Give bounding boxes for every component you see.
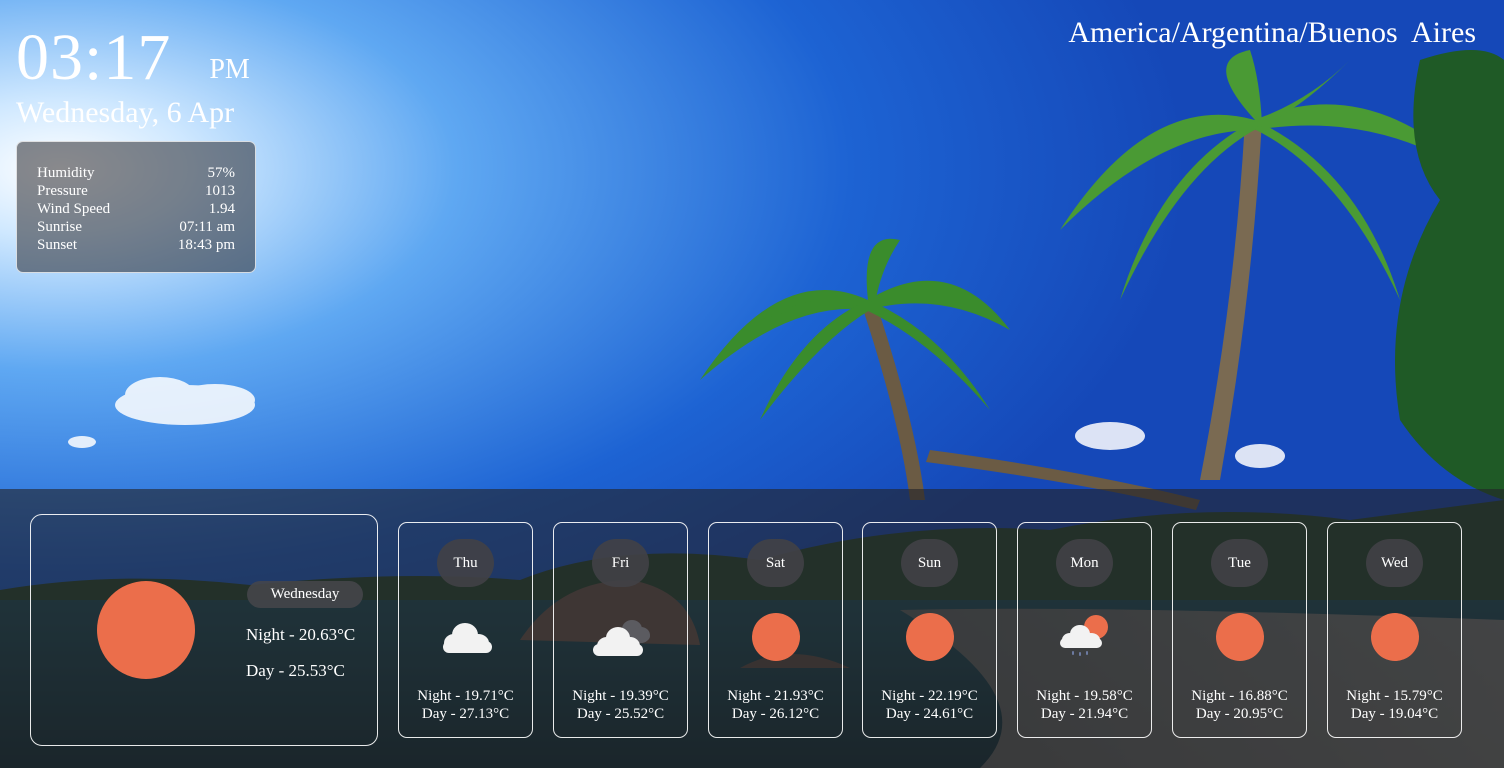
forecast-night-temp: Night - 15.79°C (1346, 688, 1443, 704)
detail-row-humidity: Humidity 57% (37, 164, 235, 182)
forecast-night-temp: Night - 16.88°C (1191, 688, 1288, 704)
forecast-day-label: Fri (592, 539, 649, 587)
forecast-day-temp: Day - 20.95°C (1195, 706, 1284, 722)
forecast-day-temp: Day - 24.61°C (885, 706, 974, 722)
detail-label: Wind Speed (37, 201, 111, 217)
forecast-night-temp: Night - 22.19°C (881, 688, 978, 704)
forecast-night-temp: Night - 19.58°C (1036, 688, 1133, 704)
today-card: Wednesday Night - 20.63°C Day - 25.53°C (30, 514, 378, 746)
today-day-label: Wednesday (247, 581, 363, 608)
forecast-card-mon: Mon Night - 19.58°C Day - 21.94°C (1017, 522, 1152, 738)
cloud-icon (435, 611, 497, 663)
clock: 03:17 PM (16, 18, 250, 98)
detail-value: 1013 (205, 183, 235, 199)
forecast-card-sun: Sun Night - 22.19°C Day - 24.61°C (862, 522, 997, 738)
forecast-day-temp: Day - 25.52°C (576, 706, 665, 722)
detail-row-sunrise: Sunrise 07:11 am (37, 218, 235, 236)
current-date: Wednesday, 6 Apr (16, 96, 235, 129)
forecast-day-label: Mon (1056, 539, 1113, 587)
forecast-day-temp: Day - 21.94°C (1040, 706, 1129, 722)
sun-icon (1364, 611, 1426, 663)
forecast-night-temp: Night - 21.93°C (727, 688, 824, 704)
weather-details-box: Humidity 57% Pressure 1013 Wind Speed 1.… (16, 141, 256, 273)
sun-icon (899, 611, 961, 663)
forecast-day-label: Sun (901, 539, 958, 587)
detail-label: Sunrise (37, 219, 82, 235)
forecast-day-temp: Day - 27.13°C (421, 706, 510, 722)
sun-icon (97, 581, 195, 679)
detail-value: 57% (207, 165, 236, 181)
clouds-icon (590, 611, 652, 663)
sun-icon (745, 611, 807, 663)
forecast-panel: Wednesday Night - 20.63°C Day - 25.53°C … (0, 489, 1504, 768)
clock-ampm: PM (209, 54, 250, 85)
forecast-day-label: Wed (1366, 539, 1423, 587)
today-night-temp: Night - 20.63°C (246, 625, 356, 644)
forecast-day-label: Sat (747, 539, 804, 587)
detail-value: 07:11 am (179, 219, 235, 235)
sun-cloud-rain-icon (1054, 611, 1116, 663)
forecast-card-tue: Tue Night - 16.88°C Day - 20.95°C (1172, 522, 1307, 738)
detail-row-sunset: Sunset 18:43 pm (37, 236, 235, 254)
forecast-card-sat: Sat Night - 21.93°C Day - 26.12°C (708, 522, 843, 738)
forecast-card-thu: Thu Night - 19.71°C Day - 27.13°C (398, 522, 533, 738)
timezone-label: America/Argentina/Buenos Aires (1068, 16, 1476, 49)
detail-label: Sunset (37, 237, 78, 253)
detail-value: 18:43 pm (177, 237, 235, 253)
detail-row-pressure: Pressure 1013 (37, 182, 235, 200)
forecast-day-label: Tue (1211, 539, 1268, 587)
detail-label: Humidity (37, 165, 95, 181)
forecast-day-temp: Day - 19.04°C (1350, 706, 1439, 722)
detail-label: Pressure (37, 183, 88, 199)
forecast-night-temp: Night - 19.39°C (572, 688, 669, 704)
forecast-card-wed: Wed Night - 15.79°C Day - 19.04°C (1327, 522, 1462, 738)
clock-time: 03:17 (16, 21, 172, 94)
forecast-day-label: Thu (437, 539, 494, 587)
detail-row-wind-speed: Wind Speed 1.94 (37, 200, 235, 218)
sun-icon (1209, 611, 1271, 663)
forecast-night-temp: Night - 19.71°C (417, 688, 514, 704)
forecast-card-fri: Fri Night - 19.39°C Day - 25.52°C (553, 522, 688, 738)
forecast-day-temp: Day - 26.12°C (731, 706, 820, 722)
weather-details-table: Humidity 57% Pressure 1013 Wind Speed 1.… (37, 164, 235, 254)
today-day-temp: Day - 25.53°C (246, 661, 345, 680)
detail-value: 1.94 (208, 201, 235, 217)
